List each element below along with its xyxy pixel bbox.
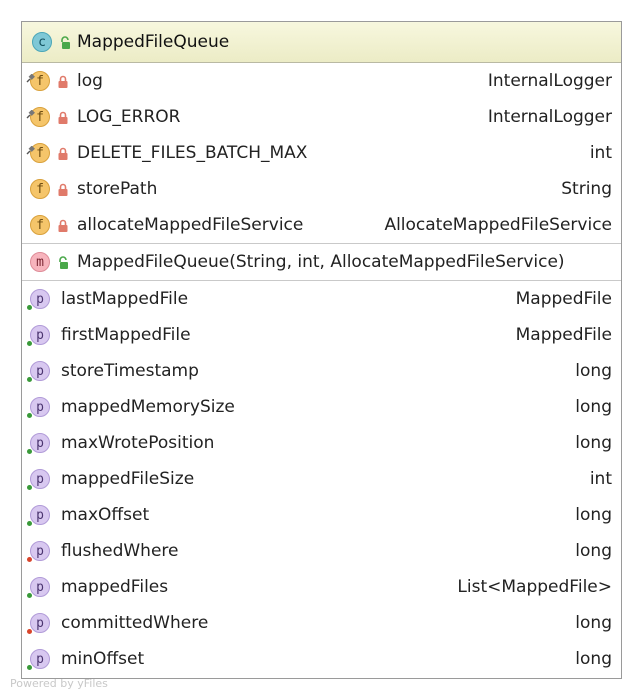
property-name: mappedFiles	[61, 577, 169, 597]
property-row: p mappedFileSize int	[22, 461, 621, 497]
property-name: storeTimestamp	[61, 361, 199, 381]
field-row: f DELETE_FILES_BATCH_MAX int	[22, 135, 621, 171]
private-lock-icon	[57, 218, 69, 232]
read-marker-icon	[27, 377, 32, 382]
constructor-name: MappedFileQueue(String, int, AllocateMap…	[77, 252, 565, 272]
property-row: p maxWrotePosition long	[22, 425, 621, 461]
read-marker-icon	[27, 305, 32, 310]
property-type: long	[575, 505, 612, 525]
private-lock-icon	[57, 182, 69, 196]
write-marker-icon	[27, 629, 32, 634]
property-row: p flushedWhere long	[22, 533, 621, 569]
fields-section: f log InternalLogger f LOG_ERROR InternalLogg…	[22, 63, 621, 244]
field-name: storePath	[77, 179, 158, 199]
read-marker-icon	[27, 413, 32, 418]
property-icon: p	[27, 360, 51, 382]
read-marker-icon	[27, 593, 32, 598]
constructor-row: m MappedFileQueue(String, int, AllocateMa…	[22, 244, 621, 280]
property-name: lastMappedFile	[61, 289, 189, 309]
field-type: InternalLogger	[487, 107, 612, 127]
class-header: c MappedFileQueue	[22, 22, 621, 63]
property-row: p committedWhere long	[22, 605, 621, 641]
property-name: flushedWhere	[61, 541, 179, 561]
public-lock-icon	[59, 35, 71, 49]
read-marker-icon	[27, 449, 32, 454]
field-name: log	[77, 71, 103, 91]
field-type: int	[589, 143, 612, 163]
field-icon: f	[26, 68, 51, 92]
property-icon: p	[27, 612, 51, 634]
property-row: p storeTimestamp long	[22, 353, 621, 389]
static-pin-icon	[26, 140, 35, 155]
private-lock-icon	[57, 110, 69, 124]
property-type: long	[575, 649, 612, 669]
private-lock-icon	[57, 146, 69, 160]
property-row: p firstMappedFile MappedFile	[22, 317, 621, 353]
property-icon: p	[27, 324, 51, 346]
property-name: committedWhere	[61, 613, 209, 633]
property-icon: p	[27, 576, 51, 598]
uml-class-box: c MappedFileQueue f log InternalLogger f LOG…	[21, 21, 622, 679]
read-marker-icon	[27, 521, 32, 526]
field-row: f allocateMappedFileService AllocateMapped…	[22, 207, 621, 243]
property-icon: p	[27, 288, 51, 310]
property-name: minOffset	[61, 649, 145, 669]
property-row: p maxOffset long	[22, 497, 621, 533]
watermark: Powered by yFiles	[10, 677, 108, 690]
property-name: firstMappedFile	[61, 325, 191, 345]
field-name: allocateMappedFileService	[77, 215, 304, 235]
field-name: DELETE_FILES_BATCH_MAX	[77, 143, 308, 163]
constructors-section: m MappedFileQueue(String, int, AllocateMa…	[22, 244, 621, 281]
property-type: long	[575, 433, 612, 453]
property-type: long	[575, 361, 612, 381]
property-icon: p	[27, 648, 51, 670]
property-type: MappedFile	[515, 289, 612, 309]
static-pin-icon	[26, 104, 35, 119]
field-row: f storePath String	[22, 171, 621, 207]
property-row: p mappedFiles List<MappedFile>	[22, 569, 621, 605]
property-row: p lastMappedFile MappedFile	[22, 281, 621, 317]
field-icon: f	[26, 104, 51, 128]
property-type: long	[575, 613, 612, 633]
property-icon: p	[27, 396, 51, 418]
property-icon: p	[27, 504, 51, 526]
public-lock-icon	[57, 255, 69, 269]
field-row: f log InternalLogger	[22, 63, 621, 99]
property-type: List<MappedFile>	[457, 577, 612, 597]
write-marker-icon	[27, 557, 32, 562]
property-row: p minOffset long	[22, 641, 621, 677]
property-type: long	[575, 397, 612, 417]
property-type: int	[589, 469, 612, 489]
property-name: mappedMemorySize	[61, 397, 235, 417]
property-type: MappedFile	[515, 325, 612, 345]
property-type: long	[575, 541, 612, 561]
read-marker-icon	[27, 341, 32, 346]
read-marker-icon	[27, 665, 32, 670]
field-type: InternalLogger	[487, 71, 612, 91]
static-pin-icon	[26, 68, 35, 83]
class-name: MappedFileQueue	[77, 32, 230, 52]
property-icon: p	[27, 540, 51, 562]
method-icon: m	[29, 251, 51, 273]
class-icon: c	[31, 31, 53, 53]
property-name: maxOffset	[61, 505, 150, 525]
properties-section: p lastMappedFile MappedFile p firstMappedFil…	[22, 281, 621, 677]
property-icon: p	[27, 468, 51, 490]
read-marker-icon	[27, 485, 32, 490]
field-row: f LOG_ERROR InternalLogger	[22, 99, 621, 135]
property-icon: p	[27, 432, 51, 454]
property-row: p mappedMemorySize long	[22, 389, 621, 425]
field-name: LOG_ERROR	[77, 107, 181, 127]
field-icon: f	[29, 178, 51, 200]
property-name: mappedFileSize	[61, 469, 195, 489]
private-lock-icon	[57, 74, 69, 88]
property-name: maxWrotePosition	[61, 433, 215, 453]
field-icon: f	[29, 214, 51, 236]
field-type: String	[561, 179, 612, 199]
field-icon: f	[26, 140, 51, 164]
field-type: AllocateMappedFileService	[384, 215, 612, 235]
